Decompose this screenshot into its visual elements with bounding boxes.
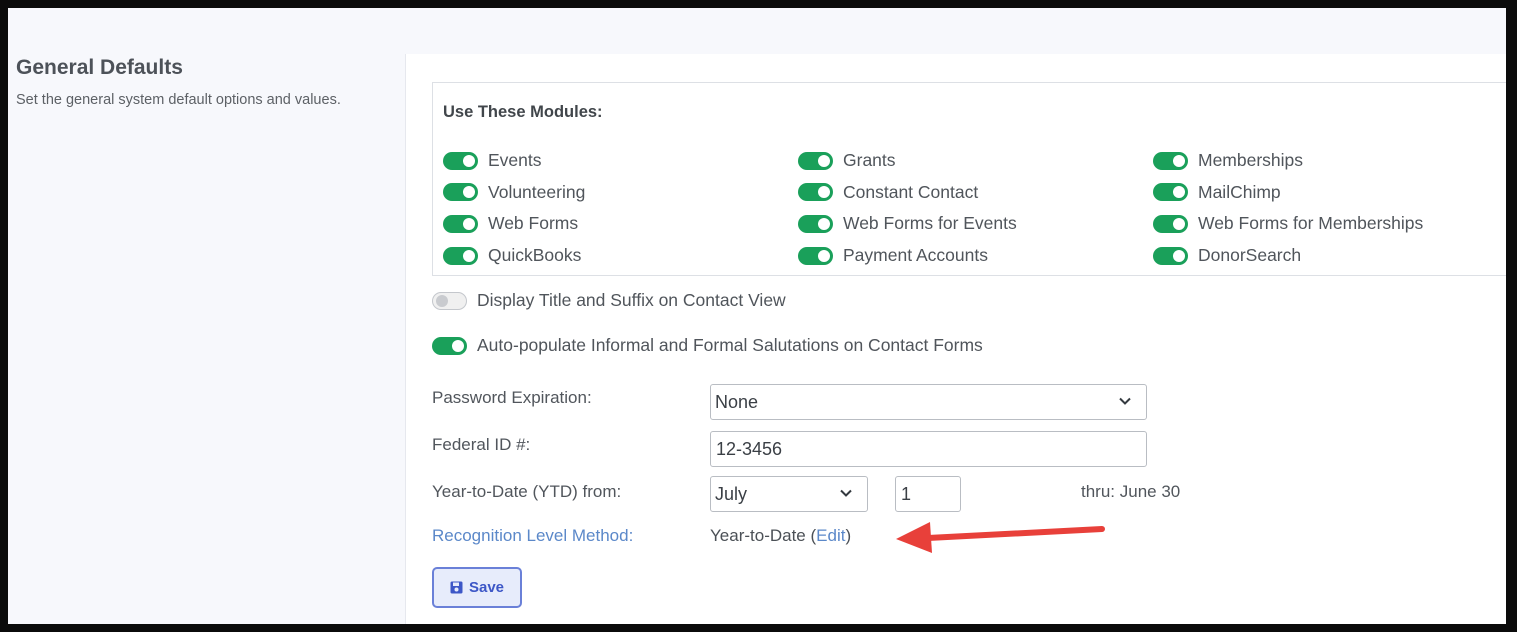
toggle-volunteering[interactable] (443, 183, 478, 202)
modules-heading: Use These Modules: (443, 103, 603, 121)
module-label: Web Forms for Events (843, 213, 1017, 234)
module-label: DonorSearch (1198, 245, 1302, 266)
toggle-knob (1173, 249, 1185, 262)
module-label: Grants (843, 150, 896, 171)
toggle-knob (463, 186, 475, 199)
toggle-constant-contact[interactable] (798, 183, 833, 202)
module-web-forms: Web Forms (443, 208, 798, 240)
toggle-events[interactable] (443, 151, 478, 170)
toggle-knob (818, 249, 830, 262)
password-expiration-label: Password Expiration: (432, 388, 592, 407)
toggle-quickbooks[interactable] (443, 246, 478, 265)
toggle-knob (463, 217, 475, 230)
module-payment-accounts: Payment Accounts (798, 240, 1153, 272)
toggle-knob (818, 217, 830, 230)
option-auto-salutations: Auto-populate Informal and Formal Saluta… (432, 335, 983, 356)
federal-id-label: Federal ID #: (432, 435, 531, 454)
recognition-value: Year-to-Date (Edit) (710, 526, 851, 546)
toggle-mailchimp[interactable] (1153, 183, 1188, 202)
save-button-label: Save (468, 579, 505, 596)
module-grants: Grants (798, 145, 1153, 177)
module-label: Web Forms (488, 213, 579, 234)
module-label: QuickBooks (488, 245, 582, 266)
module-web-forms-events: Web Forms for Events (798, 208, 1153, 240)
recognition-level-link[interactable]: Recognition Level Method: (432, 526, 633, 546)
toggle-knob (1173, 217, 1185, 230)
ytd-label: Year-to-Date (YTD) from: (432, 482, 622, 501)
module-constant-contact: Constant Contact (798, 177, 1153, 209)
toggle-memberships[interactable] (1153, 151, 1188, 170)
module-label: Web Forms for Memberships (1198, 213, 1424, 234)
chevron-down-icon (1119, 397, 1131, 405)
module-volunteering: Volunteering (443, 177, 798, 209)
recognition-edit-link[interactable]: Edit (816, 526, 845, 545)
module-label: Payment Accounts (843, 245, 988, 266)
toggle-knob (818, 154, 830, 167)
toggle-donorsearch[interactable] (1153, 246, 1188, 265)
page-description: Set the general system default options a… (16, 92, 341, 108)
module-label: Events (488, 150, 542, 171)
recognition-close-paren: ) (845, 526, 852, 545)
toggle-knob (1173, 154, 1185, 167)
ytd-thru-text: thru: June 30 (1081, 482, 1181, 501)
module-grid: Events Grants Memberships Volunteering C… (443, 145, 1506, 271)
option-label: Display Title and Suffix on Contact View (477, 290, 786, 310)
federal-id-input[interactable] (710, 431, 1147, 467)
module-label: Memberships (1198, 150, 1304, 171)
save-button[interactable]: Save (432, 567, 522, 608)
toggle-auto-salutations[interactable] (432, 336, 467, 355)
toggle-web-forms[interactable] (443, 214, 478, 233)
ytd-day-input[interactable] (895, 476, 961, 512)
module-web-forms-memberships: Web Forms for Memberships (1153, 208, 1506, 240)
module-label: Constant Contact (843, 181, 979, 202)
module-mailchimp: MailChimp (1153, 177, 1506, 209)
module-events: Events (443, 145, 798, 177)
module-quickbooks: QuickBooks (443, 240, 798, 272)
option-label: Auto-populate Informal and Formal Saluta… (477, 335, 983, 355)
option-display-title-suffix: Display Title and Suffix on Contact View (432, 290, 786, 311)
section-header: General Defaults Set the general system … (16, 56, 396, 108)
toggle-grants[interactable] (798, 151, 833, 170)
toggle-knob (463, 249, 475, 262)
toggle-knob (452, 339, 464, 352)
toggle-knob (463, 154, 475, 167)
toggle-web-forms-events[interactable] (798, 214, 833, 233)
module-donorsearch: DonorSearch (1153, 240, 1506, 272)
toggle-web-forms-memberships[interactable] (1153, 214, 1188, 233)
toggle-payment-accounts[interactable] (798, 246, 833, 265)
module-label: MailChimp (1198, 181, 1281, 202)
annotation-arrow-icon (896, 522, 1105, 553)
floppy-disk-icon (450, 581, 463, 594)
password-expiration-value: None (715, 391, 759, 412)
page-title: General Defaults (16, 56, 183, 79)
ytd-month-value: July (715, 483, 748, 504)
app-frame: General Defaults Set the general system … (8, 8, 1506, 624)
toggle-display-title-suffix[interactable] (432, 291, 467, 310)
ytd-month-select[interactable]: July (710, 476, 868, 512)
module-memberships: Memberships (1153, 145, 1506, 177)
password-expiration-select[interactable]: None (710, 384, 1147, 420)
chevron-down-icon (840, 489, 852, 497)
recognition-value-text: Year-to-Date ( (710, 526, 817, 545)
toggle-knob (818, 186, 830, 199)
modules-box: Use These Modules: Events Grants Members… (432, 82, 1506, 276)
module-label: Volunteering (488, 181, 586, 202)
toggle-knob (1173, 186, 1185, 199)
toggle-knob (436, 294, 448, 307)
